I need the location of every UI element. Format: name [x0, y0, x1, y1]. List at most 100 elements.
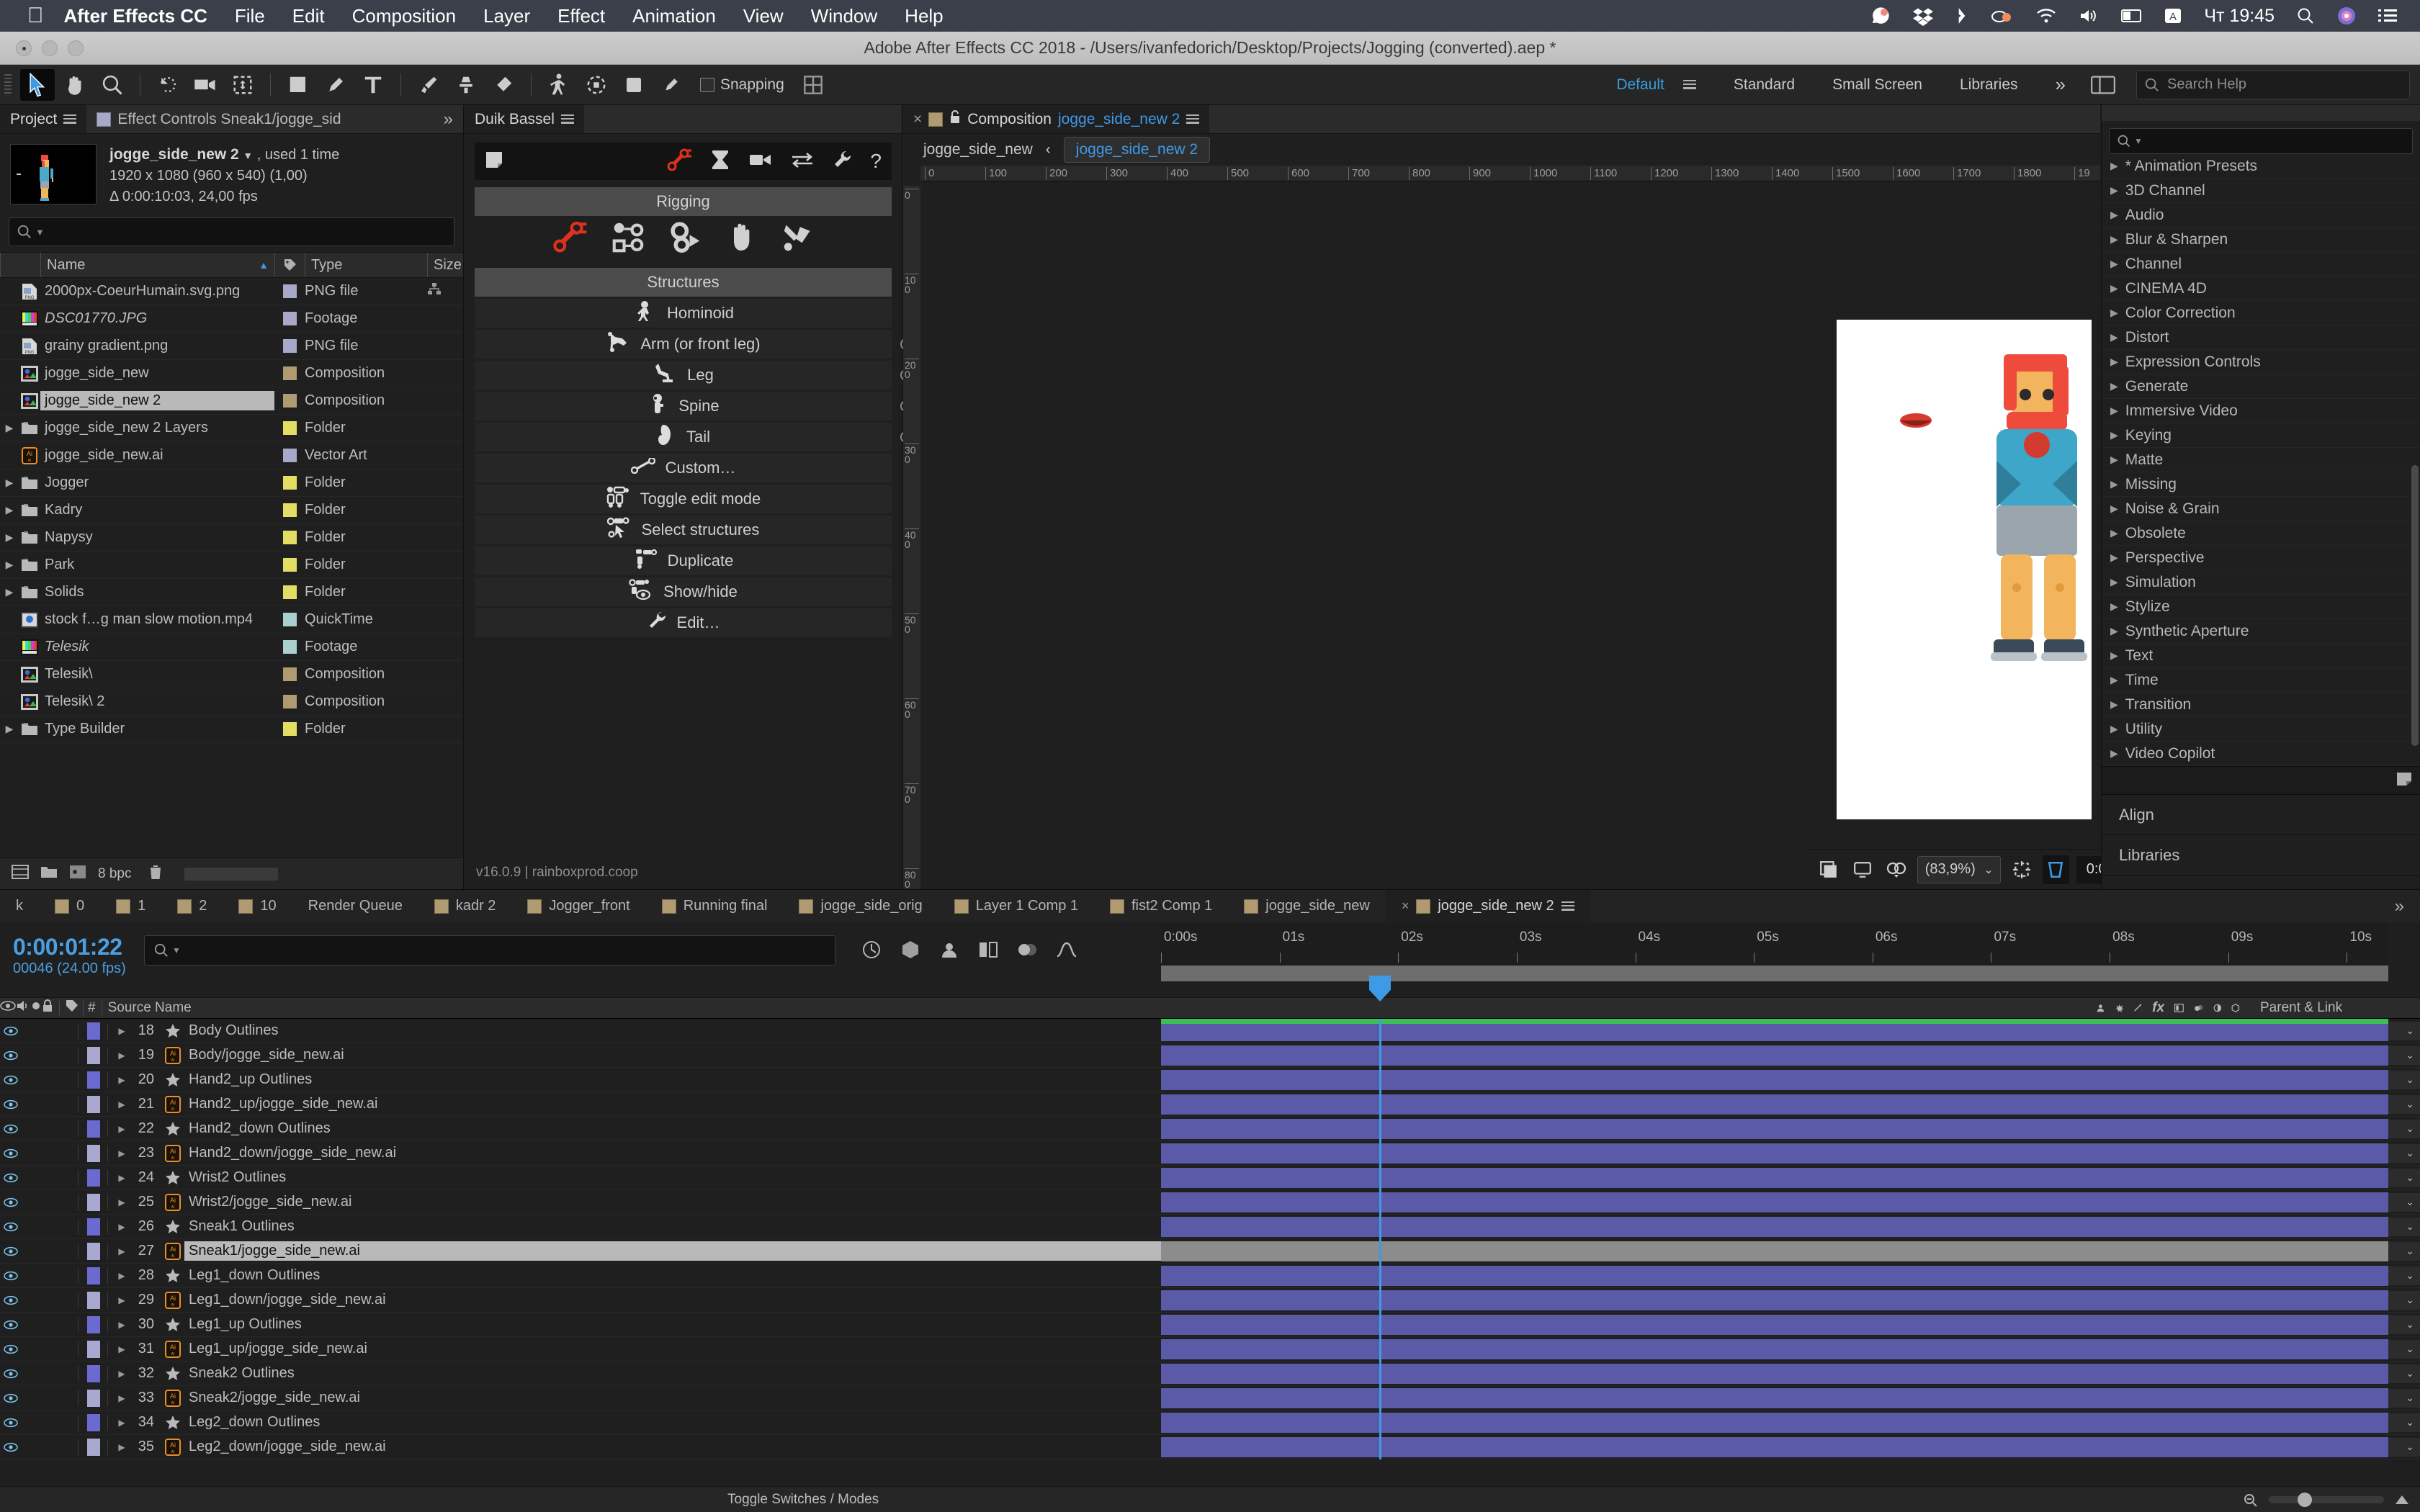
bone-tool-icon[interactable] — [781, 221, 815, 256]
chevron-down-icon[interactable]: ▼ — [243, 150, 253, 161]
timeline-layer-bar[interactable] — [1161, 1388, 2388, 1408]
timeline-panel-menu-icon[interactable] — [1561, 901, 1574, 911]
disclosure-triangle-icon[interactable]: ▶ — [2110, 209, 2118, 221]
effects-category-row[interactable]: ▶Obsolete — [2102, 521, 2420, 546]
timeline-layer-bar[interactable] — [1161, 1045, 2388, 1066]
panel-libraries[interactable]: Libraries — [2102, 835, 2420, 876]
layer-expand-triangle-icon[interactable]: ▶ — [112, 1442, 131, 1452]
timeline-tab[interactable]: 1 — [100, 890, 161, 922]
effects-category-row[interactable]: ▶Perspective — [2102, 546, 2420, 570]
pen-tool[interactable] — [318, 69, 353, 101]
effects-category-row[interactable]: ▶Utility — [2102, 717, 2420, 742]
tab-effect-controls[interactable]: Effect Controls Sneak1/jogge_sid — [86, 105, 351, 133]
timeline-tab[interactable]: Running final — [646, 890, 784, 922]
layer-expand-triangle-icon[interactable]: ▶ — [112, 1393, 131, 1403]
timeline-time-ruler[interactable]: 0:00s01s02s03s04s05s06s07s08s09s10s — [1161, 922, 2388, 966]
layer-expand-triangle-icon[interactable]: ▶ — [112, 1246, 131, 1256]
timeline-layer-bar[interactable] — [1161, 1413, 2388, 1433]
layer-visibility-toggle[interactable] — [0, 1148, 22, 1158]
keyboard-layout-icon[interactable]: A — [2164, 6, 2182, 25]
disclosure-triangle-icon[interactable]: ▶ — [2110, 625, 2118, 637]
timeline-tab[interactable]: Jogger_front — [511, 890, 645, 922]
layer-visibility-toggle[interactable] — [0, 1075, 22, 1085]
layer-visibility-toggle[interactable] — [0, 1393, 22, 1403]
disclosure-triangle-icon[interactable]: ▶ — [2110, 307, 2118, 319]
timeline-layer-bar[interactable] — [1161, 1339, 2388, 1359]
rigging-bone-icon[interactable] — [552, 221, 587, 256]
timeline-layer-bar[interactable] — [1161, 1437, 2388, 1457]
draft-3d-icon[interactable] — [900, 940, 920, 963]
project-col-name[interactable]: Name ▲ — [40, 253, 274, 277]
layer-label-color[interactable] — [84, 1267, 103, 1284]
siri-icon[interactable] — [2336, 6, 2357, 26]
effects-category-row[interactable]: ▶Simulation — [2102, 570, 2420, 595]
project-item-label-swatch[interactable] — [274, 476, 305, 490]
disclosure-triangle-icon[interactable]: ▶ — [2110, 331, 2118, 343]
clock-label[interactable]: Чт 19:45 — [2204, 6, 2275, 27]
delete-item-icon[interactable] — [148, 864, 163, 884]
selection-tool[interactable] — [20, 69, 55, 101]
layer-visibility-toggle[interactable] — [0, 1246, 22, 1256]
project-item-row[interactable]: DSC01770.JPGFootage — [0, 305, 463, 333]
effects-category-row[interactable]: ▶Transition — [2102, 693, 2420, 717]
layer-visibility-toggle[interactable] — [0, 1026, 22, 1036]
duik-item-select-structures[interactable]: Select structures — [475, 516, 892, 544]
layer-expand-triangle-icon[interactable]: ▶ — [112, 1026, 131, 1036]
timeline-layer-bar[interactable] — [1161, 1094, 2388, 1115]
timeline-layer-bar[interactable] — [1161, 1290, 2388, 1310]
workspace-libraries[interactable]: Libraries — [1941, 76, 2037, 94]
disclosure-triangle-icon[interactable]: ▶ — [2110, 258, 2118, 270]
project-col-size[interactable]: Size — [427, 253, 463, 277]
effects-category-row[interactable]: ▶Distort — [2102, 325, 2420, 350]
workspace-small-screen[interactable]: Small Screen — [1814, 76, 1941, 94]
disclosure-triangle-icon[interactable]: ▶ — [2110, 600, 2118, 613]
close-tab-icon[interactable]: × — [913, 111, 922, 128]
layer-visibility-toggle[interactable] — [0, 1344, 22, 1354]
workspace-default[interactable]: Default — [1597, 76, 1683, 94]
camera-tool[interactable] — [188, 69, 223, 101]
project-bpc-label[interactable]: 8 bpc — [98, 866, 131, 882]
layer-label-color[interactable] — [84, 1022, 103, 1040]
workspace-menu-icon[interactable] — [1683, 80, 1696, 89]
new-document-icon[interactable] — [485, 150, 503, 173]
project-col-label[interactable] — [274, 253, 305, 277]
search-help-field[interactable]: Search Help — [2136, 71, 2410, 99]
effects-category-row[interactable]: ▶Missing — [2102, 472, 2420, 497]
lock-icon[interactable] — [949, 110, 961, 128]
links-swap-icon[interactable] — [791, 151, 814, 172]
project-item-row[interactable]: Telesik\Composition — [0, 661, 463, 688]
disclosure-triangle-icon[interactable]: ▶ — [0, 531, 19, 544]
clone-stamp-tool[interactable] — [449, 69, 483, 101]
project-item-label-swatch[interactable] — [274, 421, 305, 435]
project-item-label-swatch[interactable] — [274, 366, 305, 380]
menu-view[interactable]: View — [743, 5, 784, 27]
roto-brush-tool[interactable] — [579, 69, 614, 101]
timeline-layer-bar[interactable] — [1161, 1143, 2388, 1164]
disclosure-triangle-icon[interactable]: ▶ — [2110, 380, 2118, 392]
layer-label-color[interactable] — [84, 1047, 103, 1064]
duik-item-leg[interactable]: Leg — [475, 361, 892, 390]
timeline-tab[interactable]: 0 — [39, 890, 100, 922]
duik-item-show-hide[interactable]: Show/hide — [475, 577, 892, 606]
timeline-tab[interactable]: ×jogge_side_new 2 — [1386, 890, 1590, 922]
project-item-row[interactable]: ▶Type BuilderFolder — [0, 716, 463, 743]
project-item-row[interactable]: PNG2000px-CoeurHumain.svg.pngPNG file — [0, 278, 463, 305]
timeline-layer-bar[interactable] — [1161, 1021, 2388, 1041]
timeline-work-area-bar[interactable] — [1161, 966, 2388, 981]
timeline-layer-bar[interactable] — [1161, 1168, 2388, 1188]
effects-category-row[interactable]: ▶Noise & Grain — [2102, 497, 2420, 521]
timeline-tab[interactable]: jogge_side_new — [1228, 890, 1386, 922]
disclosure-triangle-icon[interactable]: ▶ — [2110, 478, 2118, 490]
duik-item-hominoid[interactable]: Hominoid — [475, 299, 892, 328]
rigging-bone-icon[interactable] — [667, 148, 691, 175]
menu-animation[interactable]: Animation — [632, 5, 716, 27]
effects-category-row[interactable]: ▶Stylize — [2102, 595, 2420, 619]
disclosure-triangle-icon[interactable]: ▶ — [2110, 454, 2118, 466]
timeline-layer-bar[interactable] — [1161, 1070, 2388, 1090]
project-item-label-swatch[interactable] — [274, 531, 305, 544]
menu-window[interactable]: Window — [811, 5, 877, 27]
type-tool[interactable] — [356, 69, 390, 101]
project-item-row[interactable]: jogge_side_newComposition — [0, 360, 463, 387]
shape-tool[interactable] — [281, 69, 315, 101]
project-item-label-swatch[interactable] — [274, 695, 305, 708]
